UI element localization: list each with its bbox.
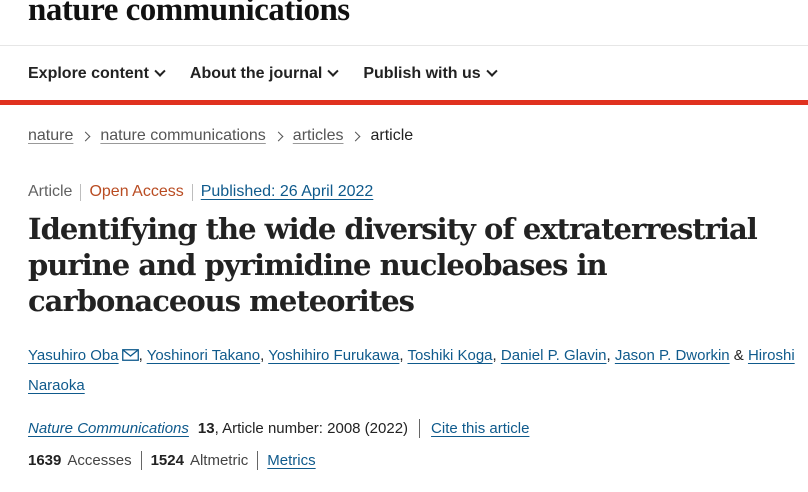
envelope-icon[interactable] bbox=[121, 342, 139, 371]
article-number: , Article number: 2008 (2022) bbox=[214, 420, 409, 437]
author-link[interactable]: Yasuhiro Oba bbox=[28, 347, 119, 364]
chevron-down-icon bbox=[327, 65, 340, 77]
article-meta: Article Open Access Published: 26 April … bbox=[28, 183, 373, 201]
volume-number: 13 bbox=[197, 420, 215, 437]
author-link[interactable]: Yoshihiro Furukawa bbox=[268, 347, 399, 364]
metrics-link[interactable]: Metrics bbox=[267, 452, 315, 469]
breadcrumb: nature nature communications articles ar… bbox=[28, 127, 413, 145]
author-link[interactable]: Yoshinori Takano bbox=[147, 347, 260, 364]
site-logo[interactable]: nature communications bbox=[28, 0, 350, 29]
altmetric-label: Altmetric bbox=[189, 452, 249, 469]
header-divider bbox=[0, 45, 808, 46]
article-metrics: 1639 Accesses 1524 Altmetric Metrics bbox=[28, 451, 316, 470]
cite-this-article-link[interactable]: Cite this article bbox=[431, 420, 529, 437]
nav-about-the-journal-label: About the journal bbox=[189, 65, 323, 82]
accesses-count: 1639 bbox=[28, 452, 62, 469]
chevron-down-icon bbox=[154, 65, 166, 77]
breadcrumb-nature-communications[interactable]: nature communications bbox=[100, 127, 265, 145]
accent-bar bbox=[0, 100, 808, 105]
chevron-right-icon bbox=[273, 131, 284, 141]
citation-line: Nature Communications 13 , Article numbe… bbox=[28, 419, 529, 438]
nav-about-the-journal[interactable]: About the journal bbox=[189, 65, 340, 83]
meta-divider bbox=[191, 183, 193, 201]
author-link[interactable]: Jason P. Dworkin bbox=[615, 347, 730, 364]
breadcrumb-articles[interactable]: articles bbox=[293, 127, 344, 145]
published-date-link[interactable]: Published: 26 April 2022 bbox=[201, 183, 374, 201]
chevron-right-icon bbox=[80, 131, 91, 141]
journal-link[interactable]: Nature Communications bbox=[28, 420, 189, 437]
chevron-down-icon bbox=[486, 65, 498, 77]
accesses-label: Accesses bbox=[67, 452, 132, 469]
author-link[interactable]: Toshiki Koga bbox=[407, 347, 492, 364]
citation-divider bbox=[419, 419, 421, 438]
meta-divider bbox=[80, 183, 82, 201]
metrics-divider bbox=[257, 451, 259, 470]
breadcrumb-current: article bbox=[370, 127, 414, 144]
main-nav: Explore content About the journal Publis… bbox=[28, 61, 522, 87]
nav-explore-content-label: Explore content bbox=[28, 65, 149, 82]
nav-publish-with-us-label: Publish with us bbox=[363, 65, 481, 82]
chevron-right-icon bbox=[351, 131, 361, 141]
nav-explore-content[interactable]: Explore content bbox=[28, 65, 166, 83]
nav-publish-with-us[interactable]: Publish with us bbox=[363, 65, 498, 83]
breadcrumb-nature[interactable]: nature bbox=[28, 127, 73, 145]
open-access-badge: Open Access bbox=[89, 183, 184, 200]
metrics-divider bbox=[140, 451, 142, 470]
author-link[interactable]: Daniel P. Glavin bbox=[501, 347, 607, 364]
altmetric-count: 1524 bbox=[150, 452, 184, 469]
author-list: Yasuhiro Oba, Yoshinori Takano, Yoshihir… bbox=[28, 341, 798, 400]
article-type: Article bbox=[28, 183, 73, 200]
article-title: Identifying the wide diversity of extrat… bbox=[28, 212, 758, 318]
